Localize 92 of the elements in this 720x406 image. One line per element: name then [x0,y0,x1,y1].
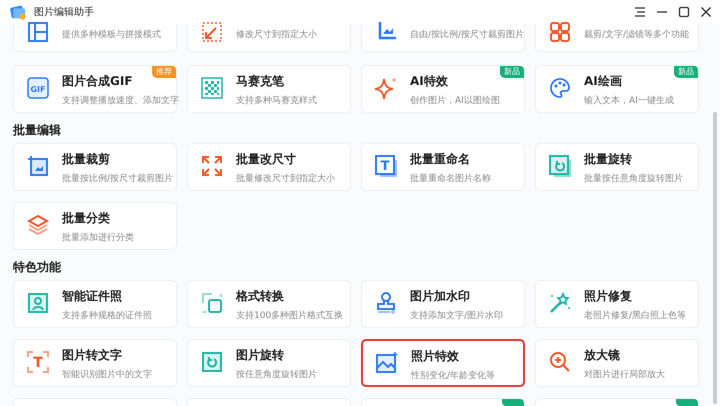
tool-card[interactable]: 批量改尺寸 批量修改尺寸到指定大小 [187,143,351,191]
card-title: 图片合成GIF [62,73,134,90]
maximize-icon[interactable] [678,6,690,18]
tool-card[interactable]: 提供多种模板与拼接模式 [13,24,177,52]
card-subtitle: 对图片进行局部放大 [584,368,666,380]
card-subtitle: 提供多种模板与拼接模式 [62,28,162,42]
card-title: AI特效 [410,73,449,90]
tool-card[interactable]: 照片修复 老照片修复/黑白照上色等 [535,280,699,328]
tool-card[interactable]: 新品 AI绘画 输入文本，AI一键生成 [535,65,699,113]
card-badge [676,399,698,406]
tool-card[interactable] [361,398,525,406]
tool-card[interactable]: 智能证件照 支持多种规格的证件照 [13,280,177,328]
card-badge [502,399,524,406]
tool-card[interactable] [535,398,699,406]
expand-arrows-icon [200,154,224,178]
tool-card[interactable]: 图片旋转 按任意角度旋转图片 [187,339,351,387]
card-subtitle: 批量按任意角度旋转图片 [584,172,684,184]
card-subtitle: 支持添加文字/图片水印 [410,310,504,322]
tool-card[interactable]: 格式转换 支持100多种图片格式互换 [187,280,351,328]
gif-icon: GIF [26,76,50,100]
palette-icon [548,76,572,100]
image-icon [375,351,399,375]
tool-card[interactable]: 新品 AI特效 创作图片，AI以图绘图 [361,65,525,113]
card-title: 放大镜 [584,347,621,364]
tool-card[interactable]: 裁剪/文字/滤镜等多个功能 [535,24,699,52]
card-subtitle: 按任意角度旋转图片 [236,368,318,380]
card-title: 照片修复 [584,288,633,305]
rotate-icon [200,350,224,374]
card-title: 批量分类 [62,210,111,227]
tool-card[interactable]: 批量分类 批量添加进行分类 [13,202,177,250]
card-title: 智能证件照 [62,288,123,305]
tool-card[interactable]: 放大镜 对图片进行局部放大 [535,339,699,387]
magnifier-icon [548,350,572,374]
card-badge: 推荐 [152,66,176,78]
card-subtitle: 性别变化/年龄变化等 [411,370,496,382]
card-title: 图片旋转 [236,347,285,364]
card-subtitle: 批量添加进行分类 [62,232,135,244]
card-title: 批量改尺寸 [236,151,297,168]
card-title: 图片加水印 [410,288,471,305]
layout-icon [26,20,50,44]
section-heading: 特色功能 [13,260,62,274]
menu-icon[interactable] [634,6,646,18]
card-subtitle: 支持多种马赛克样式 [236,94,318,106]
card-subtitle: 支持100多种图片格式互换 [236,310,344,322]
card-subtitle: 裁剪/文字/滤镜等多个功能 [584,28,690,42]
card-title: 批量旋转 [584,151,633,168]
text-box-icon: T [374,154,398,178]
tool-card[interactable]: 图片加水印 支持添加文字/图片水印 [361,280,525,328]
app-logo-icon [9,3,27,21]
stamp-icon [374,291,398,315]
card-subtitle: 老照片修复/黑白照上色等 [584,310,688,322]
tool-card[interactable]: T 批量重命名 批量重命名图片名称 [361,143,525,191]
card-title: 格式转换 [236,288,285,305]
close-icon[interactable] [700,6,712,18]
tool-card[interactable]: 修改尺寸到指定大小 [187,24,351,52]
resize-icon [200,20,224,44]
tool-card[interactable]: 批量旋转 批量按任意角度旋转图片 [535,143,699,191]
tool-card[interactable]: 照片特效 性别变化/年龄变化等 [361,339,525,387]
card-subtitle: 输入文本，AI一键生成 [584,94,675,106]
layers-icon [26,213,50,237]
card-subtitle: 支持多种规格的证件照 [62,310,153,322]
section-heading: 批量编辑 [13,123,62,137]
card-badge: 新品 [500,66,524,78]
card-title: 马赛克笔 [236,73,285,90]
card-subtitle: 批量重命名图片名称 [410,172,492,184]
magic-wand-icon [548,291,572,315]
card-badge: 新品 [674,66,698,78]
tool-card[interactable]: 马赛克笔 支持多种马赛克样式 [187,65,351,113]
card-subtitle: 批量修改尺寸到指定大小 [236,172,336,184]
grid-icon [548,20,572,44]
rotate-icon [548,154,572,178]
card-title: AI绘画 [584,73,623,90]
window-title: 图片编辑助手 [34,6,94,19]
card-title: 批量重命名 [410,151,471,168]
tool-card[interactable]: 批量裁剪 批量按比例/按尺寸裁剪图片 [13,143,177,191]
card-title: 批量裁剪 [62,151,111,168]
mosaic-icon [200,76,224,100]
card-subtitle: 自由/按比例/按尺寸裁剪图片 [410,28,524,42]
id-photo-icon [26,291,50,315]
tool-card[interactable]: T 图片转文字 智能识别图片中的文字 [13,339,177,387]
card-subtitle: 修改尺寸到指定大小 [236,28,318,42]
card-subtitle: 智能识别图片中的文字 [62,368,153,380]
convert-icon [200,291,224,315]
card-title: 图片转文字 [62,347,123,364]
card-title: 照片特效 [411,348,460,365]
tool-card[interactable]: 自由/按比例/按尺寸裁剪图片 [361,24,525,52]
card-subtitle: 支持调整播放速度、添加文字 [62,94,179,106]
scrollbar-thumb[interactable] [713,112,717,404]
card-subtitle: 批量按比例/按尺寸裁剪图片 [62,172,174,184]
tool-card[interactable]: GIF 推荐 图片合成GIF 支持调整播放速度、添加文字 [13,65,177,113]
sparkle-icon [374,76,398,100]
card-subtitle: 创作图片，AI以图绘图 [410,94,501,106]
